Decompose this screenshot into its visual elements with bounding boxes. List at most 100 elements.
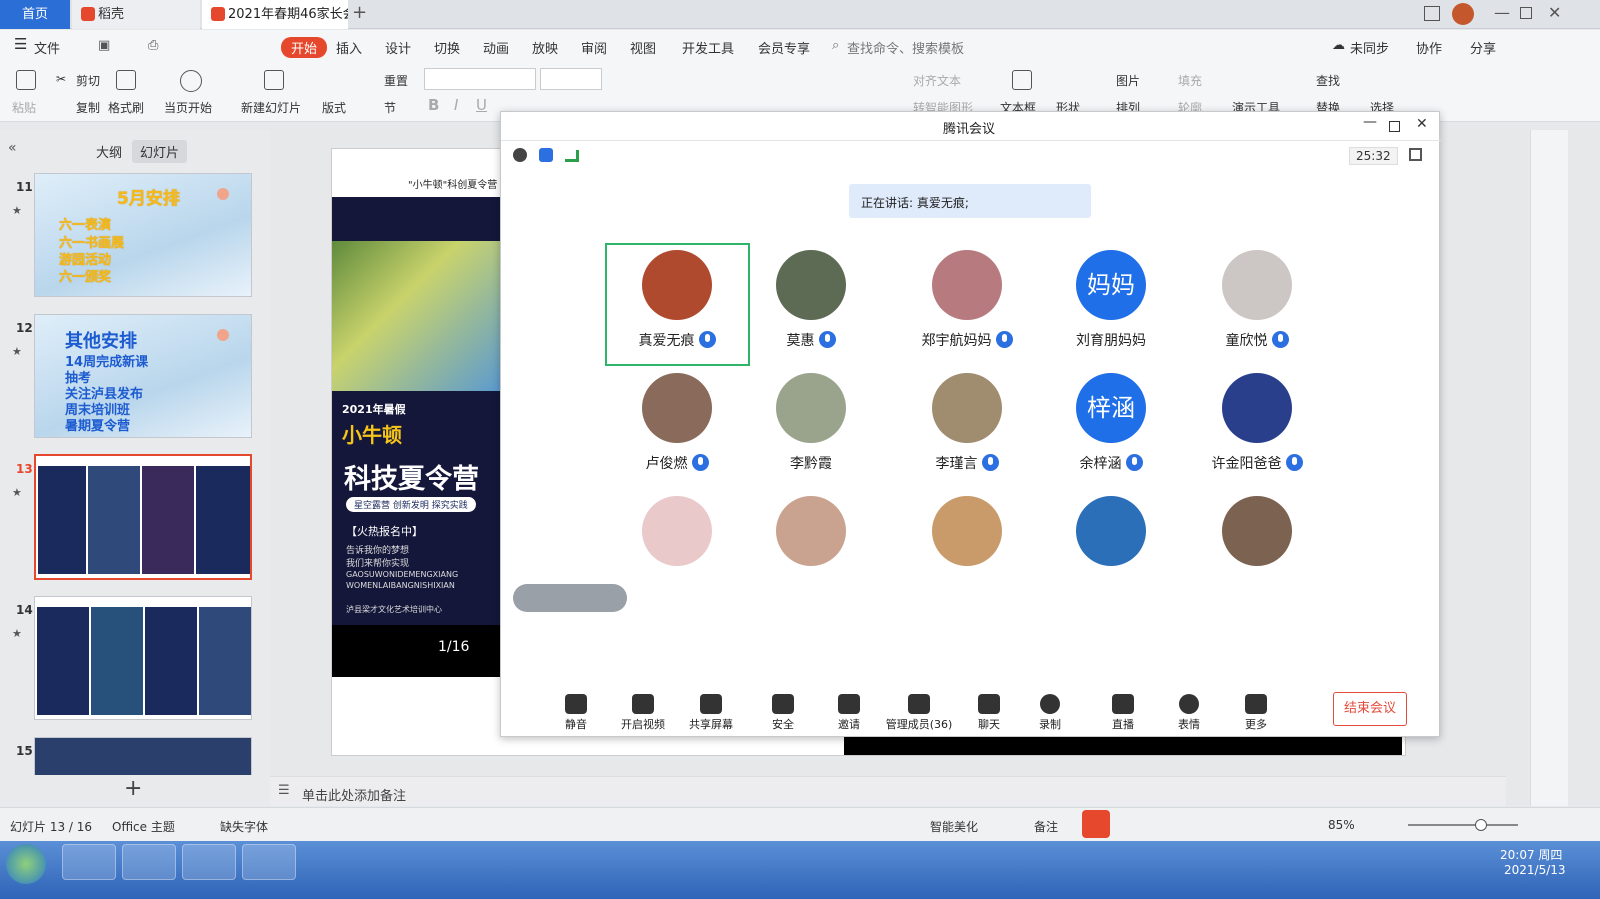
font-size-select[interactable]	[540, 68, 602, 90]
tab-slides[interactable]: 幻灯片	[132, 140, 188, 163]
menu-insert[interactable]: 插入	[336, 38, 362, 57]
copy-button[interactable]: 复制	[76, 99, 100, 116]
zoom-level[interactable]: 85%	[1328, 818, 1355, 832]
picture-button[interactable]: 图片	[1116, 72, 1140, 89]
notes-bar[interactable]: ☰ 单击此处添加备注	[270, 776, 1506, 806]
signal-icon[interactable]	[565, 150, 579, 162]
paste-button[interactable]: 粘贴	[12, 99, 36, 116]
bold-icon[interactable]: B	[428, 96, 439, 114]
italic-icon[interactable]: I	[454, 96, 458, 114]
maximize-icon[interactable]	[1389, 121, 1400, 132]
font-family-select[interactable]	[424, 68, 536, 90]
taskbar-tencent-meeting[interactable]	[242, 844, 296, 880]
command-search[interactable]: 查找命令、搜索模板	[847, 38, 964, 57]
save-icon[interactable]: ▣	[98, 38, 110, 53]
collapse-panel-icon[interactable]: «	[8, 140, 17, 156]
menu-review[interactable]: 审阅	[581, 38, 607, 57]
fill-button[interactable]: 填充	[1178, 72, 1202, 89]
close-icon[interactable]: ✕	[1548, 3, 1561, 22]
notes-toggle[interactable]: 备注	[1034, 818, 1058, 835]
new-slide-button[interactable]: 新建幻灯片	[241, 99, 301, 116]
participant-avatar[interactable]	[642, 250, 712, 320]
start-button[interactable]	[6, 844, 46, 884]
align-text-button[interactable]: 对齐文本	[913, 72, 961, 89]
user-avatar[interactable]	[1452, 3, 1474, 25]
cut-button[interactable]: 剪切	[76, 72, 100, 89]
participant-avatar[interactable]: 妈妈	[1076, 250, 1146, 320]
participant-avatar[interactable]	[1222, 250, 1292, 320]
collab-button[interactable]: 协作	[1416, 38, 1442, 57]
participant-avatar[interactable]	[776, 496, 846, 566]
shield-icon[interactable]	[539, 148, 553, 162]
unsynced-status[interactable]: 未同步	[1350, 38, 1389, 57]
menu-view[interactable]: 视图	[630, 38, 656, 57]
participant-avatar[interactable]	[932, 496, 1002, 566]
slide-thumbnail-11[interactable]: 5月安排 六一表演 六一书画展 游园活动 六一颁奖	[34, 173, 252, 297]
zoom-slider[interactable]	[1408, 824, 1518, 826]
share-button[interactable]: 分享	[1470, 38, 1496, 57]
slide-thumbnail-12[interactable]: 其他安排 14周完成新课 抽考 关注泸县发布 周末培训班 暑期夏令营	[34, 314, 252, 438]
menu-file[interactable]: 文件	[34, 38, 60, 57]
fullscreen-icon[interactable]	[1409, 148, 1422, 161]
slide-thumb-title: 其他安排	[65, 331, 137, 352]
participant-avatar[interactable]	[776, 250, 846, 320]
participant-avatar[interactable]	[776, 373, 846, 443]
reset-button[interactable]: 重置	[384, 72, 408, 89]
menu-design[interactable]: 设计	[385, 38, 411, 57]
participant-avatar[interactable]	[1076, 496, 1146, 566]
taskbar-wechat[interactable]	[122, 844, 176, 880]
tab-document[interactable]: 2021年春期46家长会活	[202, 0, 348, 29]
tab-daoke[interactable]: 稻壳	[72, 0, 200, 29]
toolbar-members-button[interactable]: 管理成员(36)	[879, 694, 959, 732]
menu-dev-tools[interactable]: 开发工具	[682, 38, 734, 57]
section-button[interactable]: 节	[384, 99, 396, 116]
participant-avatar[interactable]: 梓涵	[1076, 373, 1146, 443]
menu-slideshow[interactable]: 放映	[532, 38, 558, 57]
slide-thumbnail-14[interactable]	[34, 596, 252, 720]
menu-member[interactable]: 会员专享	[758, 38, 810, 57]
view-switcher[interactable]	[513, 584, 627, 612]
underline-icon[interactable]: U	[476, 96, 487, 114]
taskbar-wps[interactable]	[182, 844, 236, 880]
maximize-icon[interactable]	[1520, 7, 1532, 19]
taskbar-browser[interactable]	[62, 844, 116, 880]
theme-name[interactable]: Office 主题	[112, 818, 175, 835]
menu-start[interactable]: 开始	[281, 37, 328, 58]
missing-font-button[interactable]: 缺失字体	[220, 818, 268, 835]
smart-beautify-button[interactable]: 智能美化	[930, 818, 978, 835]
menu-transition[interactable]: 切换	[434, 38, 460, 57]
print-icon[interactable]: ⎙	[148, 38, 158, 53]
participant-avatar[interactable]	[932, 250, 1002, 320]
format-painter-button[interactable]: 格式刷	[108, 99, 144, 116]
layout-button[interactable]: 版式	[322, 99, 346, 116]
zoom-slider-thumb[interactable]	[1475, 819, 1487, 831]
participant-avatar[interactable]	[1222, 373, 1292, 443]
window-list-icon[interactable]	[1424, 6, 1440, 21]
find-button[interactable]: 查找	[1316, 72, 1340, 89]
from-current-button[interactable]: 当页开始	[164, 99, 212, 116]
tab-outline[interactable]: 大纲	[96, 142, 122, 161]
info-icon[interactable]	[513, 148, 527, 162]
end-meeting-button[interactable]: 结束会议	[1333, 692, 1407, 726]
participant-avatar[interactable]	[1222, 496, 1292, 566]
sogou-icon[interactable]	[1082, 810, 1110, 838]
toolbar-more-button[interactable]: 更多	[1216, 694, 1296, 732]
slide-thumbnail-15[interactable]	[34, 737, 252, 775]
tab-home[interactable]: 首页	[0, 0, 70, 29]
minimize-icon[interactable]: —	[1494, 3, 1510, 22]
slide-thumbnail-13[interactable]	[34, 454, 252, 580]
add-slide-button[interactable]: +	[124, 776, 142, 801]
notes-placeholder[interactable]: 单击此处添加备注	[302, 785, 406, 804]
participant-avatar[interactable]	[932, 373, 1002, 443]
participant-avatar[interactable]	[642, 496, 712, 566]
new-tab-icon[interactable]: +	[352, 2, 367, 23]
toolbar-invite-button[interactable]: 邀请	[809, 694, 889, 732]
toolbar-share-button[interactable]: 共享屏幕	[671, 694, 751, 732]
toolbar-record-button[interactable]: 录制	[1010, 694, 1090, 732]
menu-animation[interactable]: 动画	[483, 38, 509, 57]
hamburger-icon[interactable]: ☰	[14, 35, 27, 53]
participant-name: 童欣悦	[1182, 330, 1332, 350]
minimize-icon[interactable]: —	[1363, 114, 1377, 130]
participant-avatar[interactable]	[642, 373, 712, 443]
close-icon[interactable]: ✕	[1416, 116, 1428, 132]
